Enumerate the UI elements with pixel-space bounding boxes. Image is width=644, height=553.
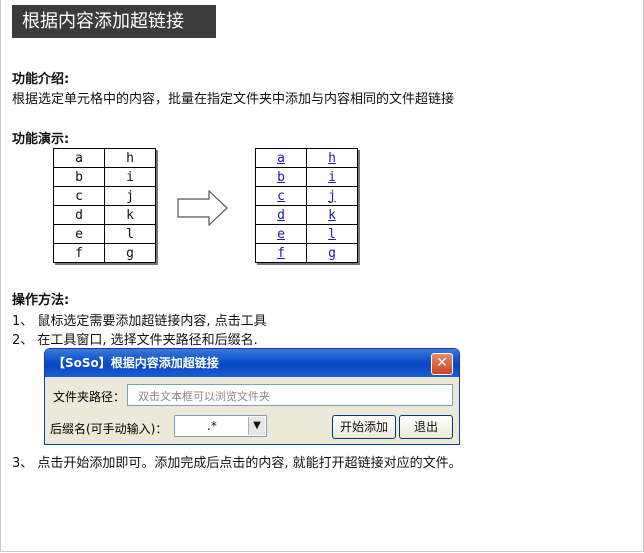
table-cell[interactable]: g: [306, 243, 358, 263]
table-row: bi: [255, 167, 358, 187]
table-cell[interactable]: f: [53, 243, 105, 263]
steps-heading: 操作方法:: [12, 293, 70, 308]
table-cell[interactable]: j: [306, 186, 358, 206]
cell-text: i: [126, 169, 134, 185]
table-cell[interactable]: c: [255, 186, 307, 206]
table-cell[interactable]: i: [104, 167, 156, 187]
cell-text: i: [328, 169, 336, 185]
right-arrow-icon: [177, 190, 228, 226]
table-row: bi: [53, 167, 156, 187]
cell-text: a: [75, 150, 83, 166]
demo-table-before: ahbicjdkelfg: [53, 148, 156, 263]
demo-heading: 功能演示:: [12, 132, 70, 147]
table-row: dk: [53, 205, 156, 225]
table-row: ah: [255, 148, 358, 168]
table-row: el: [53, 224, 156, 244]
table-cell[interactable]: f: [255, 243, 307, 263]
table-cell[interactable]: k: [306, 205, 358, 225]
table-cell[interactable]: l: [306, 224, 358, 244]
suffix-value: .*: [207, 419, 217, 433]
table-cell[interactable]: g: [104, 243, 156, 263]
table-cell[interactable]: h: [306, 148, 358, 168]
chevron-down-icon[interactable]: ▼: [248, 417, 265, 435]
cell-text: f: [277, 245, 285, 261]
table-cell[interactable]: h: [104, 148, 156, 168]
intro-text: 根据选定单元格中的内容，批量在指定文件夹中添加与内容相同的文件超链接: [12, 92, 455, 107]
cell-text: k: [328, 207, 336, 223]
cell-text: h: [328, 150, 336, 166]
cell-text: k: [126, 207, 134, 223]
table-cell[interactable]: b: [53, 167, 105, 187]
table-row: cj: [53, 186, 156, 206]
folder-path-label: 文件夹路径：: [53, 390, 126, 404]
page-title: 根据内容添加超链接: [12, 5, 216, 38]
cell-text: g: [328, 245, 336, 261]
table-cell[interactable]: d: [255, 205, 307, 225]
table-cell[interactable]: a: [255, 148, 307, 168]
table-row: dk: [255, 205, 358, 225]
cell-text: c: [75, 188, 83, 204]
cell-text: g: [126, 245, 134, 261]
demo-table-after: ahbicjdkelfg: [255, 148, 358, 263]
cell-text: d: [277, 207, 285, 223]
suffix-select[interactable]: .* ▼: [174, 415, 267, 437]
cell-text: l: [328, 226, 336, 242]
table-cell[interactable]: e: [53, 224, 105, 244]
cell-text: e: [277, 226, 285, 242]
cell-text: j: [126, 188, 134, 204]
table-row: el: [255, 224, 358, 244]
intro-heading: 功能介绍:: [12, 72, 70, 87]
step-3-text: 3、 点击开始添加即可。添加完成后点击的内容, 就能打开超链接对应的文件。: [12, 456, 462, 471]
step-2-text: 2、 在工具窗口, 选择文件夹路径和后缀名.: [12, 333, 258, 348]
table-cell[interactable]: a: [53, 148, 105, 168]
table-row: cj: [255, 186, 358, 206]
table-cell[interactable]: j: [104, 186, 156, 206]
table-row: ah: [53, 148, 156, 168]
cell-text: a: [277, 150, 285, 166]
close-icon[interactable]: ✕: [431, 353, 453, 375]
folder-path-input[interactable]: 双击文本框可以浏览文件夹: [127, 384, 453, 406]
cell-text: b: [75, 169, 83, 185]
table-cell[interactable]: k: [104, 205, 156, 225]
table-row: fg: [53, 243, 156, 263]
cell-text: e: [75, 226, 83, 242]
dialog-title: 【SoSo】根据内容添加超链接: [45, 349, 459, 377]
table-cell[interactable]: e: [255, 224, 307, 244]
table-cell[interactable]: i: [306, 167, 358, 187]
table-cell[interactable]: c: [53, 186, 105, 206]
exit-button[interactable]: 退出: [399, 415, 453, 439]
table-cell[interactable]: d: [53, 205, 105, 225]
cell-text: f: [75, 245, 83, 261]
cell-text: b: [277, 169, 285, 185]
step-1-text: 1、 鼠标选定需要添加超链接内容, 点击工具: [12, 314, 267, 329]
table-cell[interactable]: b: [255, 167, 307, 187]
tool-dialog: 【SoSo】根据内容添加超链接 ✕ 文件夹路径： 双击文本框可以浏览文件夹 后缀…: [44, 348, 460, 445]
table-row: fg: [255, 243, 358, 263]
cell-text: d: [75, 207, 83, 223]
cell-text: c: [277, 188, 285, 204]
table-cell[interactable]: l: [104, 224, 156, 244]
cell-text: h: [126, 150, 134, 166]
cell-text: j: [328, 188, 336, 204]
suffix-label: 后缀名(可手动输入)：: [50, 422, 168, 436]
start-button[interactable]: 开始添加: [332, 415, 396, 439]
cell-text: l: [126, 226, 134, 242]
